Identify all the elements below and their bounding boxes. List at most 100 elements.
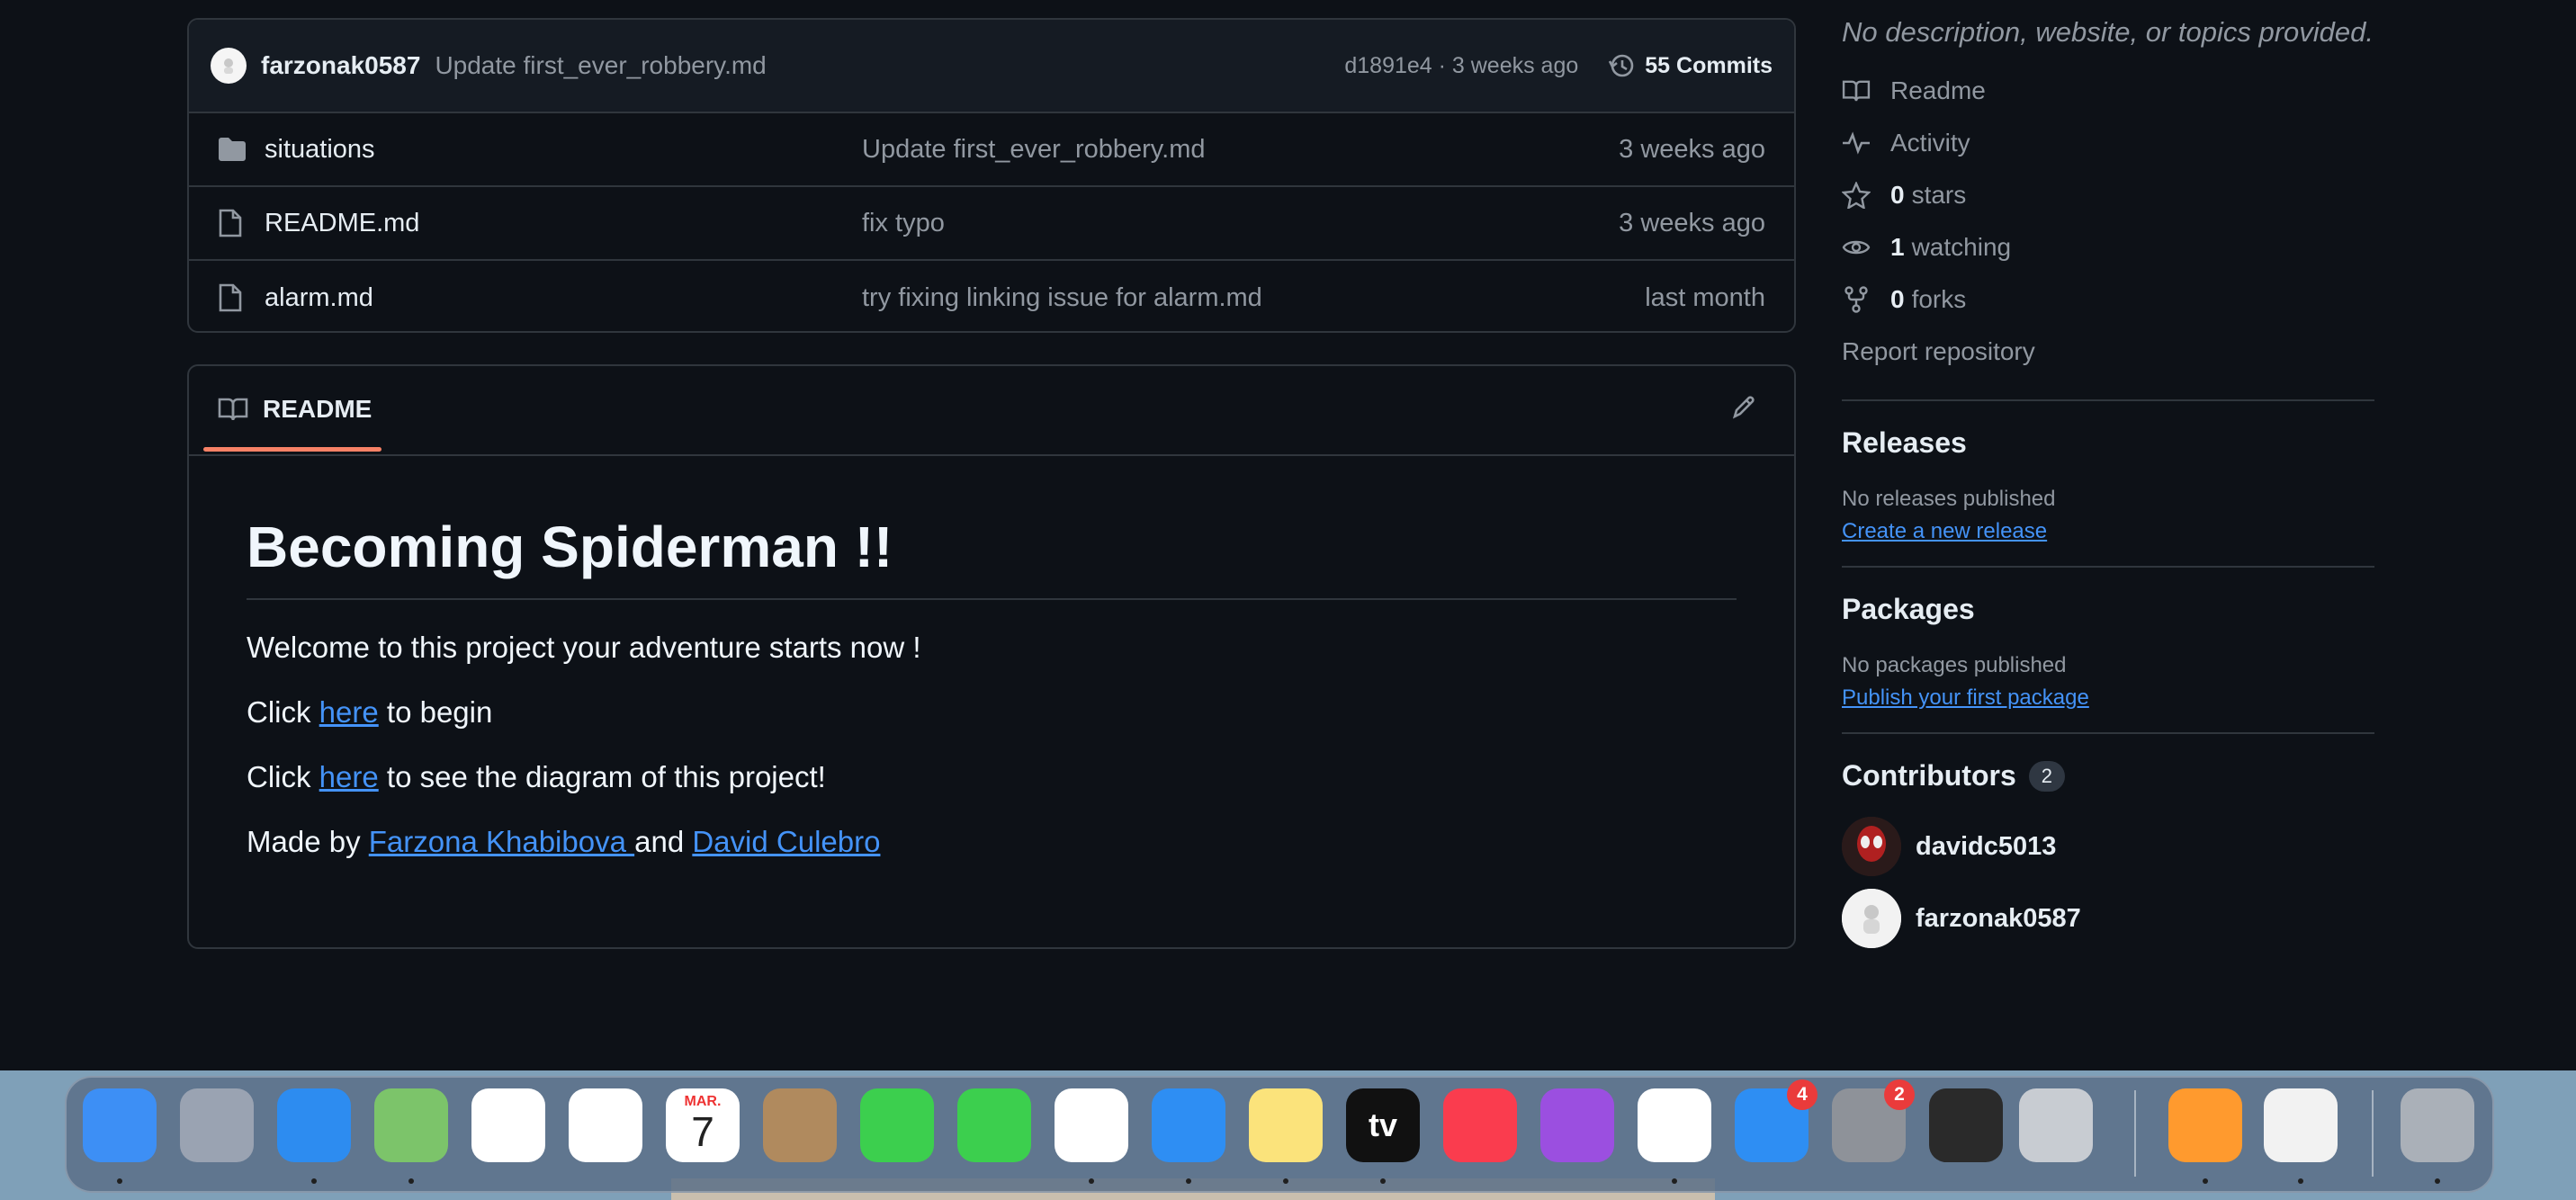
file-icon xyxy=(218,283,248,312)
file-commit-message[interactable]: fix typo xyxy=(862,209,1619,238)
contributor-davidc5013[interactable]: davidc5013 xyxy=(1842,810,2374,882)
releases-note: No releases published xyxy=(1842,487,2056,511)
roblox-icon[interactable] xyxy=(2019,1088,2093,1162)
file-icon xyxy=(218,209,248,237)
music-icon[interactable] xyxy=(1443,1088,1517,1162)
stars-count: 0 xyxy=(1890,181,1905,209)
running-indicator xyxy=(117,1178,122,1184)
stars-label: stars xyxy=(1911,181,1967,209)
readme-diagram-line: Click here to see the diagram of this pr… xyxy=(247,760,1737,794)
commit-author-avatar[interactable] xyxy=(211,48,247,84)
file-age: 3 weeks ago xyxy=(1619,134,1765,164)
notification-badge: 4 xyxy=(1787,1079,1818,1110)
contributor-name[interactable]: davidc5013 xyxy=(1916,832,2056,862)
contributors-heading-label: Contributors xyxy=(1842,759,2016,792)
tv-label: tv xyxy=(1368,1106,1397,1143)
stars-link[interactable]: 0 stars xyxy=(1842,169,2374,221)
launchpad-icon[interactable] xyxy=(180,1088,254,1162)
running-indicator xyxy=(1672,1178,1677,1184)
releases-heading[interactable]: Releases xyxy=(1842,426,2374,460)
photos-icon[interactable] xyxy=(569,1088,642,1162)
trash-icon[interactable] xyxy=(2401,1088,2474,1162)
podcasts-icon[interactable] xyxy=(1540,1088,1614,1162)
notification-badge: 2 xyxy=(1884,1079,1915,1110)
script-editor-icon[interactable] xyxy=(2264,1088,2338,1162)
avatar[interactable] xyxy=(1842,817,1901,876)
begin-link[interactable]: here xyxy=(319,695,379,729)
readme-link-label: Readme xyxy=(1890,76,1986,104)
text: Made by xyxy=(247,825,369,858)
file-name[interactable]: alarm.md xyxy=(265,283,862,313)
running-indicator xyxy=(1186,1178,1191,1184)
file-row[interactable]: situations Update first_ever_robbery.md … xyxy=(189,113,1794,187)
maps-icon[interactable] xyxy=(374,1088,448,1162)
commits-history-link[interactable]: 55 Commits xyxy=(1607,51,1773,80)
text: to begin xyxy=(378,695,493,729)
readme-begin-line: Click here to begin xyxy=(247,695,1737,730)
notes-icon[interactable] xyxy=(1249,1088,1323,1162)
running-indicator xyxy=(1089,1178,1094,1184)
mail-icon[interactable] xyxy=(277,1088,351,1162)
diagram-link[interactable]: here xyxy=(319,760,379,793)
dock-separator xyxy=(2372,1090,2374,1177)
activity-link[interactable]: Activity xyxy=(1842,117,2374,169)
avatar[interactable] xyxy=(1842,889,1901,948)
packages-heading[interactable]: Packages xyxy=(1842,593,2374,626)
about-description: No description, website, or topics provi… xyxy=(1842,16,2374,48)
author-link-farzona[interactable]: Farzona Khabibova xyxy=(369,825,634,858)
reminders-icon[interactable] xyxy=(471,1088,545,1162)
readme-welcome: Welcome to this project your adventure s… xyxy=(247,631,921,664)
commit-hash-time[interactable]: d1891e4 · 3 weeks ago xyxy=(1344,53,1578,79)
calendar-icon[interactable]: MAR. 7 xyxy=(666,1088,740,1162)
book-icon xyxy=(1842,80,1871,102)
messages-icon[interactable] xyxy=(957,1088,1031,1162)
commit-author[interactable]: farzonak0587 xyxy=(261,51,420,80)
forks-label: forks xyxy=(1911,285,1967,313)
apple-tv-icon[interactable]: tv xyxy=(1346,1088,1420,1162)
fork-icon xyxy=(1844,286,1868,313)
contributors-heading[interactable]: Contributors 2 xyxy=(1842,759,2374,793)
finder-icon[interactable] xyxy=(83,1088,157,1162)
chrome-icon[interactable] xyxy=(1055,1088,1128,1162)
publish-package-link[interactable]: Publish your first package xyxy=(1842,685,2374,711)
readme-link[interactable]: Readme xyxy=(1842,65,2374,117)
contributor-name[interactable]: farzonak0587 xyxy=(1916,904,2081,934)
pencil-icon xyxy=(1732,396,1755,419)
edit-readme-button[interactable] xyxy=(1729,393,1758,422)
star-icon xyxy=(1842,182,1871,209)
file-row[interactable]: README.md fix typo 3 weeks ago xyxy=(189,187,1794,261)
file-commit-message[interactable]: try fixing linking issue for alarm.md xyxy=(862,283,1645,313)
contributors-count-badge: 2 xyxy=(2028,760,2065,792)
text: to see the diagram of this project! xyxy=(378,760,826,793)
garageband-icon[interactable] xyxy=(1929,1088,2003,1162)
report-repository-link[interactable]: Report repository xyxy=(1842,326,2374,378)
forks-link[interactable]: 0 forks xyxy=(1842,273,2374,326)
eye-icon xyxy=(1842,240,1871,255)
running-indicator xyxy=(2298,1178,2303,1184)
create-release-link[interactable]: Create a new release xyxy=(1842,519,2374,544)
history-icon xyxy=(1609,54,1634,77)
news-icon[interactable] xyxy=(1638,1088,1711,1162)
installer-icon[interactable] xyxy=(2168,1088,2242,1162)
readme-authors-line: Made by Farzona Khabibova and David Cule… xyxy=(247,825,1737,859)
contributor-farzonak0587[interactable]: farzonak0587 xyxy=(1842,882,2374,954)
file-commit-message[interactable]: Update first_ever_robbery.md xyxy=(862,135,1619,165)
file-name[interactable]: situations xyxy=(265,135,862,165)
file-row[interactable]: alarm.md try fixing linking issue for al… xyxy=(189,261,1794,331)
running-indicator xyxy=(1283,1178,1288,1184)
commits-count: 55 Commits xyxy=(1645,52,1773,78)
contacts-icon[interactable] xyxy=(763,1088,837,1162)
watching-link[interactable]: 1 watching xyxy=(1842,221,2374,273)
activity-link-label: Activity xyxy=(1890,129,1970,157)
file-name[interactable]: README.md xyxy=(265,209,862,238)
divider xyxy=(1842,732,2374,734)
safari-icon[interactable] xyxy=(1152,1088,1225,1162)
dock-separator xyxy=(2134,1090,2136,1177)
commit-message[interactable]: Update first_ever_robbery.md xyxy=(435,51,766,80)
tab-readme[interactable]: README xyxy=(203,366,386,452)
repo-sidebar: No description, website, or topics provi… xyxy=(1842,0,2374,954)
facetime-icon[interactable] xyxy=(860,1088,934,1162)
author-link-david[interactable]: David Culebro xyxy=(692,825,880,858)
active-tab-underline xyxy=(203,447,381,452)
text: Click xyxy=(247,760,319,793)
